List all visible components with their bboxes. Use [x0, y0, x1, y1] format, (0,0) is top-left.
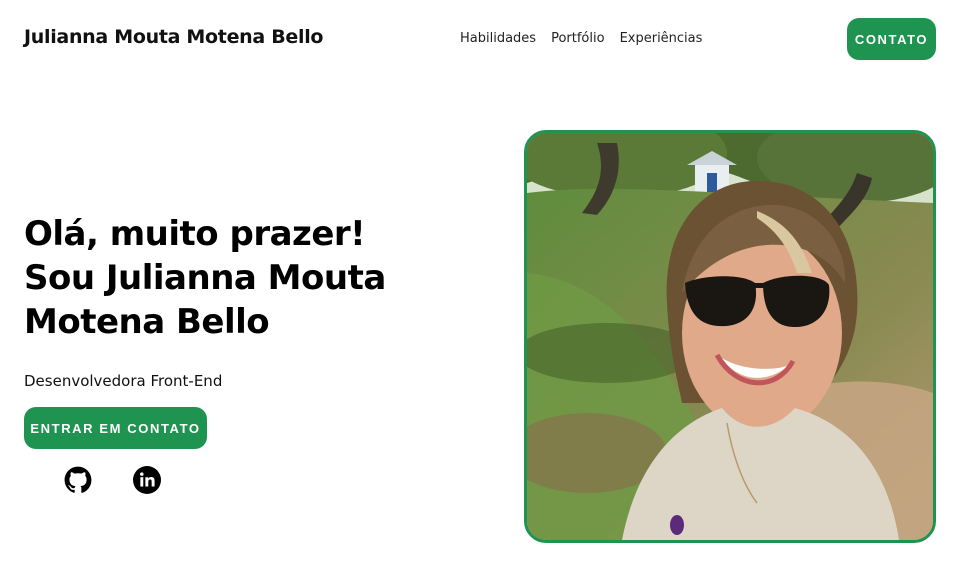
hero-subtitle: Desenvolvedora Front-End: [24, 372, 223, 390]
contact-button[interactable]: CONTATO: [847, 18, 936, 60]
linkedin-icon: [133, 466, 161, 494]
profile-photo: [524, 130, 936, 543]
linkedin-link[interactable]: [133, 466, 161, 494]
nav-item-habilidades[interactable]: Habilidades: [460, 31, 536, 46]
nav-item-portfolio[interactable]: Portfólio: [551, 31, 604, 46]
hero-title-line: Olá, muito prazer!: [24, 214, 366, 254]
profile-photo-illustration: [527, 133, 933, 540]
main-nav: Habilidades Portfólio Experiências: [460, 31, 702, 46]
site-logo[interactable]: Julianna Mouta Motena Bello: [24, 26, 323, 48]
nav-item-experiencias[interactable]: Experiências: [620, 31, 703, 46]
hero-title: Olá, muito prazer! Sou Julianna Mouta Mo…: [24, 212, 444, 344]
get-in-touch-button[interactable]: ENTRAR EM CONTATO: [24, 407, 207, 449]
hero-title-line: Sou Julianna Mouta: [24, 258, 386, 298]
github-link[interactable]: [64, 466, 92, 494]
hero-title-line: Motena Bello: [24, 302, 270, 342]
github-icon: [64, 466, 92, 493]
